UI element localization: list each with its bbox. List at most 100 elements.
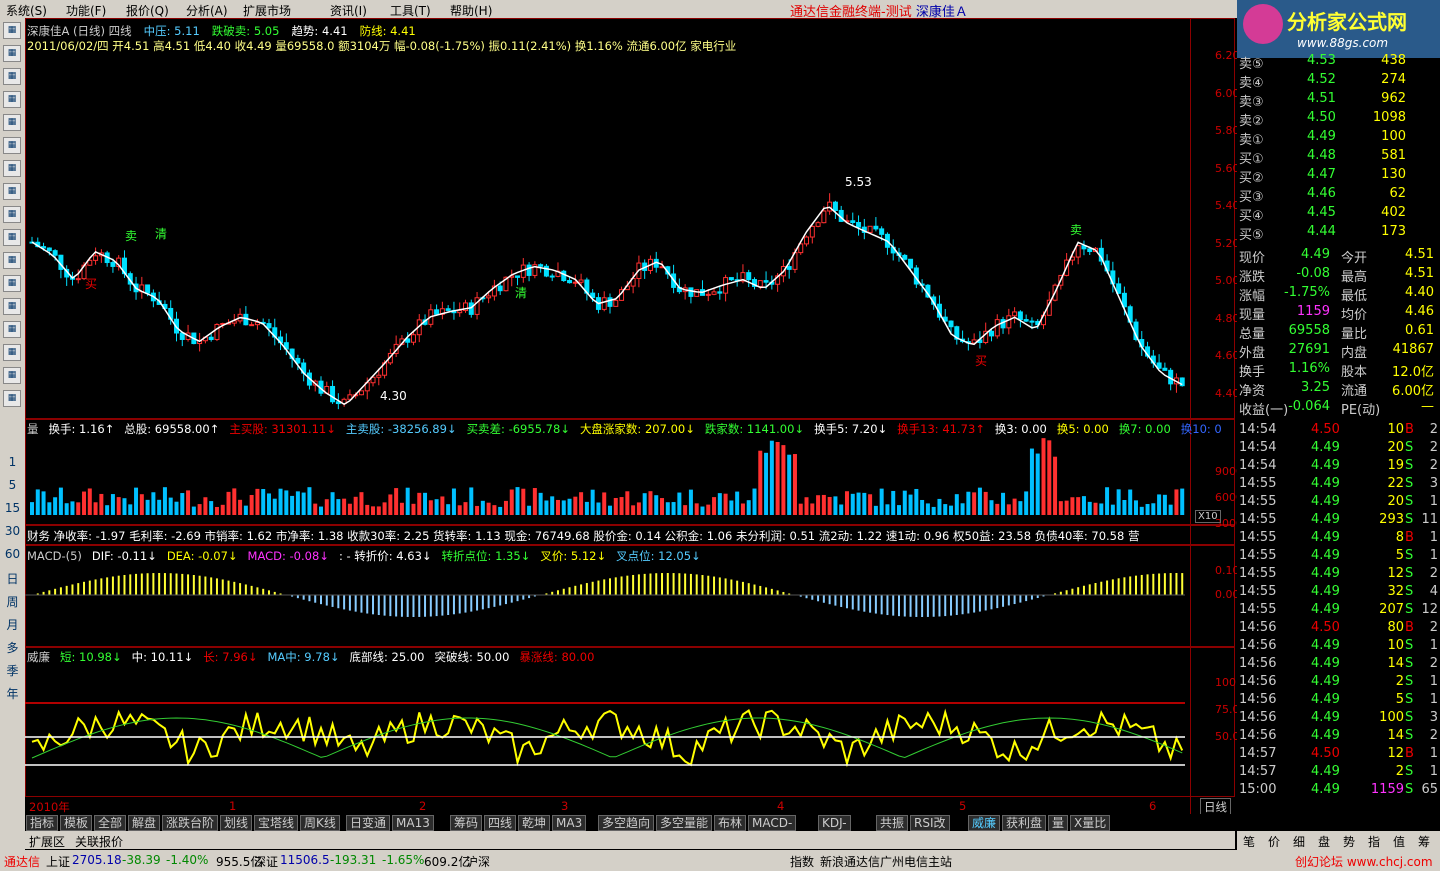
candle	[1006, 315, 1012, 329]
tab-1[interactable]: 模板	[60, 815, 93, 831]
menu-item-0[interactable]: 系统(S)	[6, 2, 47, 19]
ob-label: 买④	[1239, 209, 1264, 224]
volume-bar	[492, 505, 497, 515]
menu-item-5[interactable]: 资讯(I)	[330, 2, 367, 19]
tool-icon-6[interactable]: ▦	[3, 160, 21, 177]
menu-item-6[interactable]: 工具(T)	[390, 2, 431, 19]
tab-16[interactable]: 布林	[714, 815, 747, 831]
tool-icon-5[interactable]: ▦	[3, 137, 21, 154]
tab-18[interactable]: KDJ-	[818, 815, 851, 831]
tab-20[interactable]: RSI改	[910, 815, 950, 831]
tick-volume: 10	[1387, 422, 1404, 437]
tab-0[interactable]: 指标	[26, 815, 59, 831]
tool-icon-10[interactable]: ▦	[3, 252, 21, 269]
price-tick: 4.80	[1215, 311, 1240, 325]
menu-item-7[interactable]: 帮助(H)	[450, 2, 492, 19]
tick-count: 1	[1429, 638, 1438, 653]
tool-icon-16[interactable]: ▦	[3, 390, 21, 407]
side-tab-5[interactable]: 指	[1368, 833, 1380, 850]
tool-icon-14[interactable]: ▦	[3, 344, 21, 361]
tick-price: 4.49	[1311, 458, 1340, 473]
menu-item-3[interactable]: 分析(A)	[186, 2, 228, 19]
side-tab-7[interactable]: 筹	[1418, 833, 1430, 850]
period-btn-1[interactable]: 1	[0, 455, 25, 469]
macd-header-1: DIF: -0.11↓	[91, 549, 157, 563]
tab-7[interactable]: 周K线	[300, 815, 340, 831]
tab-15[interactable]: 多空量能	[656, 815, 713, 831]
tool-icon-2[interactable]: ▦	[3, 68, 21, 85]
volume-bar	[700, 506, 705, 515]
volume-bar	[1053, 456, 1058, 515]
tool-icon-13[interactable]: ▦	[3, 321, 21, 338]
quote-label-b: 股本	[1341, 365, 1368, 380]
tool-icon-12[interactable]: ▦	[3, 298, 21, 315]
tool-icon-1[interactable]: ▦	[3, 45, 21, 62]
side-tab-6[interactable]: 值	[1393, 833, 1405, 850]
tab-8[interactable]: 日变通	[346, 815, 391, 831]
period-btn-15[interactable]: 15	[0, 501, 25, 515]
period-btn-年[interactable]: 年	[0, 685, 25, 702]
period-btn-60[interactable]: 60	[0, 547, 25, 561]
quote-value-b: 4.40	[1405, 285, 1434, 300]
side-tab-1[interactable]: 价	[1268, 833, 1280, 850]
side-tab-2[interactable]: 细	[1293, 833, 1305, 850]
tool-icon-11[interactable]: ▦	[3, 275, 21, 292]
menu-item-1[interactable]: 功能(F)	[66, 2, 106, 19]
volume-bar	[1058, 501, 1063, 515]
tool-icon-3[interactable]: ▦	[3, 91, 21, 108]
quote-row: 涨跌 -0.08 最高 4.51	[1237, 265, 1440, 285]
tick-price: 4.49	[1311, 656, 1340, 671]
ext-tab-1[interactable]: 关联报价	[75, 833, 123, 850]
side-tab-4[interactable]: 势	[1343, 833, 1355, 850]
menu-item-2[interactable]: 报价(Q)	[126, 2, 169, 19]
tab-24[interactable]: X量比	[1070, 815, 1111, 831]
menu-item-4[interactable]: 扩展市场	[243, 2, 291, 19]
tab-2[interactable]: 全部	[94, 815, 127, 831]
tab-9[interactable]: MA13	[392, 815, 434, 831]
tab-14[interactable]: 多空趋向	[598, 815, 655, 831]
tab-19[interactable]: 共振	[876, 815, 909, 831]
volume-bar	[694, 503, 699, 515]
tab-4[interactable]: 涨跌台阶	[162, 815, 219, 831]
tab-13[interactable]: MA3	[552, 815, 587, 831]
tab-12[interactable]: 乾坤	[518, 815, 551, 831]
tool-icon-4[interactable]: ▦	[3, 114, 21, 131]
period-btn-周[interactable]: 周	[0, 593, 25, 610]
tool-icon-0[interactable]: ▦	[3, 22, 21, 39]
period-btn-30[interactable]: 30	[0, 524, 25, 538]
ext-tab-0[interactable]: 扩展区	[29, 833, 65, 850]
tool-icon-15[interactable]: ▦	[3, 367, 21, 384]
tick-price: 4.49	[1311, 494, 1340, 509]
tick-count: 2	[1429, 656, 1438, 671]
period-btn-日[interactable]: 日	[0, 570, 25, 587]
period-btn-5[interactable]: 5	[0, 478, 25, 492]
tab-21[interactable]: 威廉	[968, 815, 1001, 831]
candle	[763, 280, 769, 283]
tick-side: S	[1405, 494, 1414, 509]
tab-3[interactable]: 解盘	[128, 815, 161, 831]
tab-10[interactable]: 筹码	[450, 815, 483, 831]
tab-23[interactable]: 量	[1048, 815, 1069, 831]
tool-icon-8[interactable]: ▦	[3, 206, 21, 223]
tab-22[interactable]: 获利盘	[1002, 815, 1047, 831]
tool-icon-9[interactable]: ▦	[3, 229, 21, 246]
side-tab-3[interactable]: 盘	[1318, 833, 1330, 850]
tab-17[interactable]: MACD-	[748, 815, 797, 831]
volume-bar	[382, 502, 387, 515]
tab-6[interactable]: 宝塔线	[254, 815, 299, 831]
tab-5[interactable]: 划线	[220, 815, 253, 831]
volume-bar	[596, 502, 601, 515]
chart-area[interactable]: 5.53 4.30 买买卖卖清清 深康佳A (日线) 四线 中压: 5.11 跌破卖: …	[25, 18, 1250, 816]
ob-volume: 402	[1381, 205, 1406, 220]
period-btn-多[interactable]: 多	[0, 639, 25, 656]
volume-bar	[255, 488, 260, 515]
volume-bar	[712, 497, 717, 515]
volume-bar	[82, 491, 87, 515]
candle	[561, 270, 567, 282]
period-btn-月[interactable]: 月	[0, 616, 25, 633]
tool-icon-7[interactable]: ▦	[3, 183, 21, 200]
side-tab-0[interactable]: 笔	[1243, 833, 1255, 850]
order-book-row: 卖④ 4.52 274	[1237, 71, 1440, 91]
tab-11[interactable]: 四线	[484, 815, 517, 831]
period-btn-季[interactable]: 季	[0, 662, 25, 679]
